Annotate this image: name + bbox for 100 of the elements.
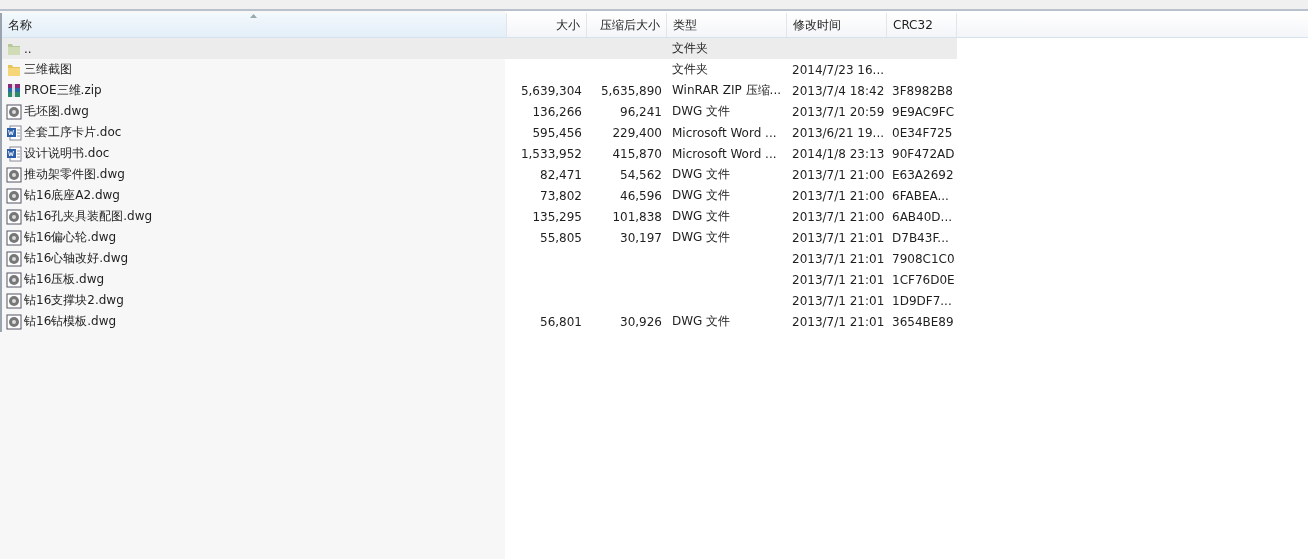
column-header[interactable]: CRC32 [887, 13, 957, 37]
file-name: 钻16心轴改好.dwg [24, 250, 129, 267]
table-cell: 595,456 [532, 125, 582, 140]
table-cell: 1,533,952 [520, 146, 582, 161]
table-cell: DWG 文件 [672, 314, 731, 328]
column-header[interactable]: 大小 [507, 13, 587, 37]
file-row[interactable]: 三维截图 文件夹 2014/7/23 16... [2, 59, 957, 80]
file-row[interactable]: 钻16底座A2.dwg 73,802 46,596 DWG 文件 2013/7/1 21:00 6FABEA... [2, 185, 957, 206]
table-cell: WinRAR ZIP 压缩... [672, 83, 781, 97]
table-cell: DWG 文件 [672, 104, 731, 118]
sort-arrow-icon [250, 14, 257, 18]
disc-icon [6, 229, 22, 246]
table-cell: 2013/6/21 19... [792, 125, 885, 140]
file-name: 钻16孔夹具装配图.dwg [24, 208, 153, 225]
word-document-icon [6, 124, 22, 141]
file-row[interactable]: 钻16支撑块2.dwg 2013/7/1 21:01 1D9DF7... [2, 290, 957, 311]
file-row[interactable]: 钻16钻模板.dwg 56,801 30,926 DWG 文件 2013/7/1 21:01 3654BE89 [2, 311, 957, 332]
column-header[interactable]: 压缩后大小 [587, 13, 667, 37]
table-cell: 5,639,304 [520, 83, 582, 98]
table-cell: 2013/7/1 21:01 [792, 314, 885, 329]
file-name: 钻16钻模板.dwg [24, 313, 117, 330]
table-cell: 30,926 [620, 314, 662, 329]
disc-icon [6, 187, 22, 204]
file-row[interactable]: 毛坯图.dwg 136,266 96,241 DWG 文件 2013/7/1 20:59 9E9AC9FC [2, 101, 957, 122]
file-row[interactable]: 钻16压板.dwg 2013/7/1 21:01 1CF76D0E [2, 269, 957, 290]
table-cell: 90F472AD [892, 146, 955, 161]
table-cell: 55,805 [540, 230, 582, 245]
table-cell: 101,838 [612, 209, 662, 224]
table-cell: 6AB40D... [892, 209, 953, 224]
file-name: 钻16支撑块2.dwg [24, 292, 124, 309]
column-header[interactable]: 名称 [2, 13, 507, 37]
file-name: 钻16压板.dwg [24, 271, 105, 288]
table-cell: 2013/7/1 21:01 [792, 251, 885, 266]
table-cell: 54,562 [620, 167, 662, 182]
table-cell: 1D9DF7... [892, 293, 952, 308]
table-cell: 415,870 [612, 146, 662, 161]
table-cell: 136,266 [532, 104, 582, 119]
file-name: 钻16底座A2.dwg [24, 187, 120, 204]
table-cell: 1CF76D0E [892, 272, 955, 287]
column-header[interactable]: 修改时间 [787, 13, 887, 37]
file-row[interactable]: 钻16孔夹具装配图.dwg 135,295 101,838 DWG 文件 2013/7/1 21:00 6AB40D... [2, 206, 957, 227]
file-name: 三维截图 [24, 61, 72, 78]
table-cell: 3654BE89 [892, 314, 954, 329]
column-header[interactable]: 类型 [667, 13, 787, 37]
file-row[interactable]: PROE三维.zip 5,639,304 5,635,890 WinRAR ZIP 压缩... 2013/7/4 18:42 3F8982B8 [2, 80, 957, 101]
table-cell: 82,471 [540, 167, 582, 182]
file-row[interactable]: 钻16心轴改好.dwg 2013/7/1 21:01 7908C1C0 [2, 248, 957, 269]
table-cell: Microsoft Word ... [672, 125, 777, 140]
file-row[interactable]: .. 文件夹 [2, 38, 957, 59]
table-cell: DWG 文件 [672, 209, 731, 223]
table-cell: 73,802 [540, 188, 582, 203]
table-cell: D7B43F... [892, 230, 949, 245]
file-name: .. [24, 41, 32, 56]
disc-icon [6, 271, 22, 288]
file-row[interactable]: 设计说明书.doc 1,533,952 415,870 Microsoft Word ... 2014/1/8 23:13 90F472AD [2, 143, 957, 164]
table-cell: 2013/7/4 18:42 [792, 83, 885, 98]
disc-icon [6, 250, 22, 267]
table-cell: 2013/7/1 21:01 [792, 293, 885, 308]
table-cell: 30,197 [620, 230, 662, 245]
disc-icon [6, 103, 22, 120]
table-cell: E63A2692 [892, 167, 954, 182]
table-cell: 5,635,890 [600, 83, 662, 98]
table-cell: 3F8982B8 [892, 83, 953, 98]
table-cell: 46,596 [620, 188, 662, 203]
book-stack-icon [6, 82, 22, 99]
table-cell: 135,295 [532, 209, 582, 224]
file-name: 钻16偏心轮.dwg [24, 229, 117, 246]
table-cell: DWG 文件 [672, 230, 731, 244]
disc-icon [6, 292, 22, 309]
table-cell: 7908C1C0 [892, 251, 955, 266]
table-cell: 2013/7/1 21:00 [792, 167, 885, 182]
file-row[interactable]: 全套工序卡片.doc 595,456 229,400 Microsoft Word ... 2013/6/21 19... 0E34F725 [2, 122, 957, 143]
file-row[interactable]: 钻16偏心轮.dwg 55,805 30,197 DWG 文件 2013/7/1 21:01 D7B43F... [2, 227, 957, 248]
disc-icon [6, 208, 22, 225]
disc-icon [6, 166, 22, 183]
table-cell: 2013/7/1 21:00 [792, 188, 885, 203]
table-cell: 229,400 [612, 125, 662, 140]
file-name: PROE三维.zip [24, 82, 102, 99]
word-document-icon [6, 145, 22, 162]
table-cell: 2013/7/1 21:00 [792, 209, 885, 224]
table-cell: 文件夹 [672, 41, 708, 55]
table-cell: DWG 文件 [672, 167, 731, 181]
file-row[interactable]: 推动架零件图.dwg 82,471 54,562 DWG 文件 2013/7/1 21:00 E63A2692 [2, 164, 957, 185]
file-name: 设计说明书.doc [24, 145, 110, 162]
table-cell: 0E34F725 [892, 125, 953, 140]
table-cell: 文件夹 [672, 62, 708, 76]
file-name: 毛坯图.dwg [24, 103, 89, 120]
table-cell: 2013/7/1 21:01 [792, 272, 885, 287]
table-cell: 6FABEA... [892, 188, 949, 203]
table-cell: 2014/1/8 23:13 [792, 146, 885, 161]
table-cell: 2013/7/1 21:01 [792, 230, 885, 245]
table-cell: 9E9AC9FC [892, 104, 955, 119]
table-cell: DWG 文件 [672, 188, 731, 202]
table-cell: Microsoft Word ... [672, 146, 777, 161]
table-cell: 2014/7/23 16... [792, 62, 885, 77]
file-name: 推动架零件图.dwg [24, 166, 125, 183]
disc-icon [6, 313, 22, 330]
table-cell: 56,801 [540, 314, 582, 329]
table-cell: 96,241 [620, 104, 662, 119]
table-cell: 2013/7/1 20:59 [792, 104, 885, 119]
